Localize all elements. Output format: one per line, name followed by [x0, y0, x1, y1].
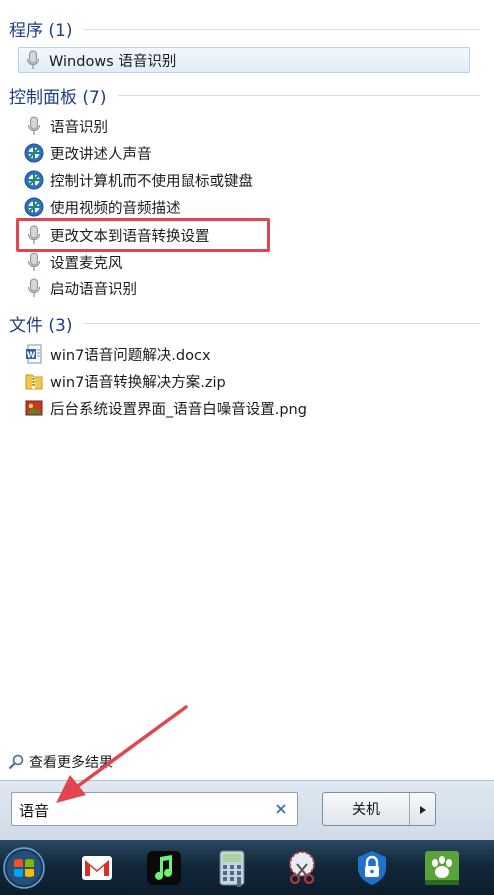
- section-divider: [84, 323, 480, 324]
- ease-of-access-icon: [24, 197, 44, 217]
- start-orb-icon[interactable]: [2, 846, 46, 890]
- search-input[interactable]: [17, 793, 271, 827]
- result-label: 控制计算机而不使用鼠标或键盘: [50, 173, 253, 190]
- result-label: 启动语音识别: [50, 281, 137, 298]
- close-icon[interactable]: [272, 800, 290, 818]
- see-more-label: 查看更多结果: [29, 755, 113, 771]
- result-label: 后台系统设置界面_语音白噪音设置.png: [50, 401, 307, 418]
- snipping-tool-icon[interactable]: [282, 848, 322, 888]
- shutdown-options-button[interactable]: [410, 793, 435, 825]
- result-file-zip[interactable]: win7语音转换解决方案.zip: [20, 369, 226, 393]
- magnifier-icon: [8, 754, 24, 770]
- search-results-pane: 程序 (1) Windows 语音识别 控制面板 (7) 语音识别 更改讲述人声…: [0, 0, 494, 780]
- search-box[interactable]: [11, 792, 298, 827]
- result-label: win7语音转换解决方案.zip: [50, 374, 226, 391]
- triangle-right-icon: [419, 800, 427, 819]
- result-windows-speech-recognition[interactable]: Windows 语音识别: [18, 47, 470, 73]
- ease-of-access-icon: [24, 143, 44, 163]
- shutdown-button[interactable]: 关机: [323, 793, 410, 825]
- see-more-results-link[interactable]: 查看更多结果: [8, 752, 113, 772]
- result-change-narrator-voice[interactable]: 更改讲述人声音: [20, 141, 152, 165]
- ease-of-access-icon: [24, 170, 44, 190]
- result-label: 语音识别: [50, 119, 108, 136]
- microphone-icon: [24, 116, 44, 136]
- result-file-docx[interactable]: W win7语音问题解决.docx: [20, 342, 211, 366]
- section-divider: [84, 29, 480, 30]
- result-speech-recognition[interactable]: 语音识别: [20, 114, 108, 138]
- svg-text:W: W: [27, 351, 36, 360]
- result-label: 设置麦克风: [50, 255, 123, 272]
- section-title-programs: 程序 (1): [9, 21, 73, 41]
- music-app-icon[interactable]: [144, 848, 184, 888]
- microphone-icon: [24, 252, 44, 272]
- microphone-icon: [24, 278, 44, 298]
- result-label: Windows 语音识别: [49, 53, 177, 70]
- result-start-speech-recognition[interactable]: 启动语音识别: [20, 276, 137, 300]
- annotation-highlight-box: [16, 218, 270, 252]
- calculator-icon[interactable]: [212, 848, 252, 888]
- microphone-icon: [23, 50, 43, 70]
- taskbar: [0, 840, 494, 895]
- password-lock-icon[interactable]: [352, 848, 392, 888]
- word-document-icon: W: [24, 344, 44, 364]
- image-file-icon: [24, 398, 44, 418]
- gmail-icon[interactable]: [77, 848, 117, 888]
- result-setup-microphone[interactable]: 设置麦克风: [20, 250, 123, 274]
- shutdown-button-group: 关机: [322, 792, 436, 826]
- result-label: 更改讲述人声音: [50, 146, 152, 163]
- section-title-control-panel: 控制面板 (7): [9, 88, 107, 108]
- result-label: 使用视频的音频描述: [50, 200, 181, 217]
- result-control-without-mouse[interactable]: 控制计算机而不使用鼠标或键盘: [20, 168, 253, 192]
- section-title-files: 文件 (3): [9, 316, 73, 336]
- result-label: win7语音问题解决.docx: [50, 347, 211, 364]
- zip-folder-icon: [24, 371, 44, 391]
- section-divider: [118, 95, 480, 96]
- paw-app-icon[interactable]: [422, 848, 462, 888]
- result-file-png[interactable]: 后台系统设置界面_语音白噪音设置.png: [20, 396, 307, 420]
- result-audio-description[interactable]: 使用视频的音频描述: [20, 195, 181, 219]
